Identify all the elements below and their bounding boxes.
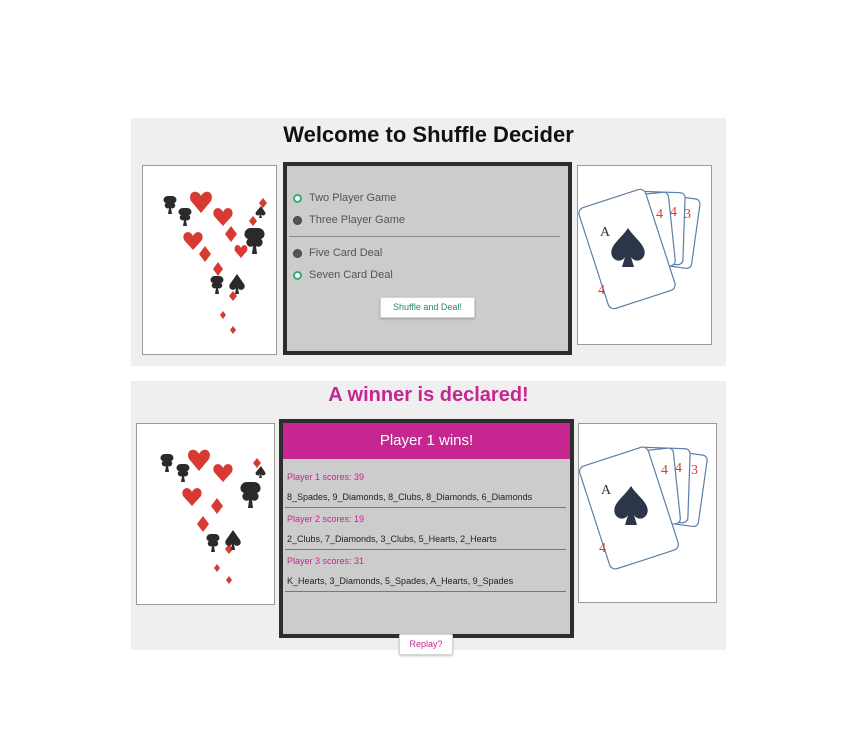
shuffle-and-deal-button[interactable]: Shuffle and Deal!: [380, 297, 475, 318]
divider: [285, 549, 566, 550]
card-suits-burst-image: [142, 165, 277, 355]
svg-text:4: 4: [661, 463, 668, 478]
svg-text:4: 4: [656, 207, 663, 222]
player-2-score: Player 2 scores: 19: [287, 514, 365, 524]
radio-unselected-icon: [293, 248, 302, 258]
playing-cards-fan-image: 3 4 4 A 4: [577, 165, 712, 345]
radio-label: Two Player Game: [309, 192, 397, 204]
radio-selected-icon: [293, 270, 302, 280]
radio-five-card[interactable]: Five Card Deal: [293, 247, 382, 259]
svg-text:4: 4: [675, 461, 682, 476]
replay-button[interactable]: Replay?: [399, 634, 453, 655]
radio-label: Seven Card Deal: [309, 269, 393, 281]
results-box: Player 1 wins! Player 1 scores: 39 8_Spa…: [279, 419, 574, 655]
svg-text:A: A: [600, 225, 611, 240]
radio-selected-icon: [293, 193, 302, 203]
radio-seven-card[interactable]: Seven Card Deal: [293, 269, 393, 281]
svg-text:3: 3: [684, 207, 691, 222]
result-title: A winner is declared!: [328, 384, 529, 406]
player-3-hand: K_Hearts, 3_Diamonds, 5_Spades, A_Hearts…: [287, 576, 514, 586]
player-1-hand: 8_Spades, 9_Diamonds, 8_Clubs, 8_Diamond…: [287, 492, 533, 502]
welcome-panel: Welcome to Shuffle Decider Two Player Ga…: [131, 118, 726, 366]
radio-two-player[interactable]: Two Player Game: [293, 192, 396, 204]
player-1-score: Player 1 scores: 39: [287, 472, 365, 482]
welcome-title: Welcome to Shuffle Decider: [283, 122, 574, 147]
game-options-box: Two Player Game Three Player Game Five C…: [283, 162, 572, 355]
radio-label: Three Player Game: [309, 214, 405, 226]
svg-text:4: 4: [598, 283, 605, 298]
svg-text:3: 3: [691, 463, 698, 478]
playing-cards-fan-image: 3 4 4 A 4: [578, 423, 717, 603]
divider: [285, 507, 566, 508]
radio-three-player[interactable]: Three Player Game: [293, 214, 405, 226]
svg-text:A: A: [601, 483, 612, 498]
radio-label: Five Card Deal: [309, 247, 383, 259]
divider: [285, 591, 566, 592]
player-2-hand: 2_Clubs, 7_Diamonds, 3_Clubs, 5_Hearts, …: [287, 534, 497, 544]
result-panel: A winner is declared! Player 1 wins! Pla…: [131, 381, 726, 655]
player-3-score: Player 3 scores: 31: [287, 556, 365, 566]
svg-text:4: 4: [670, 205, 677, 220]
winner-banner: Player 1 wins!: [283, 423, 570, 459]
radio-unselected-icon: [293, 215, 302, 225]
svg-text:4: 4: [599, 541, 606, 556]
divider: [289, 236, 560, 237]
card-suits-burst-image: [136, 423, 275, 605]
